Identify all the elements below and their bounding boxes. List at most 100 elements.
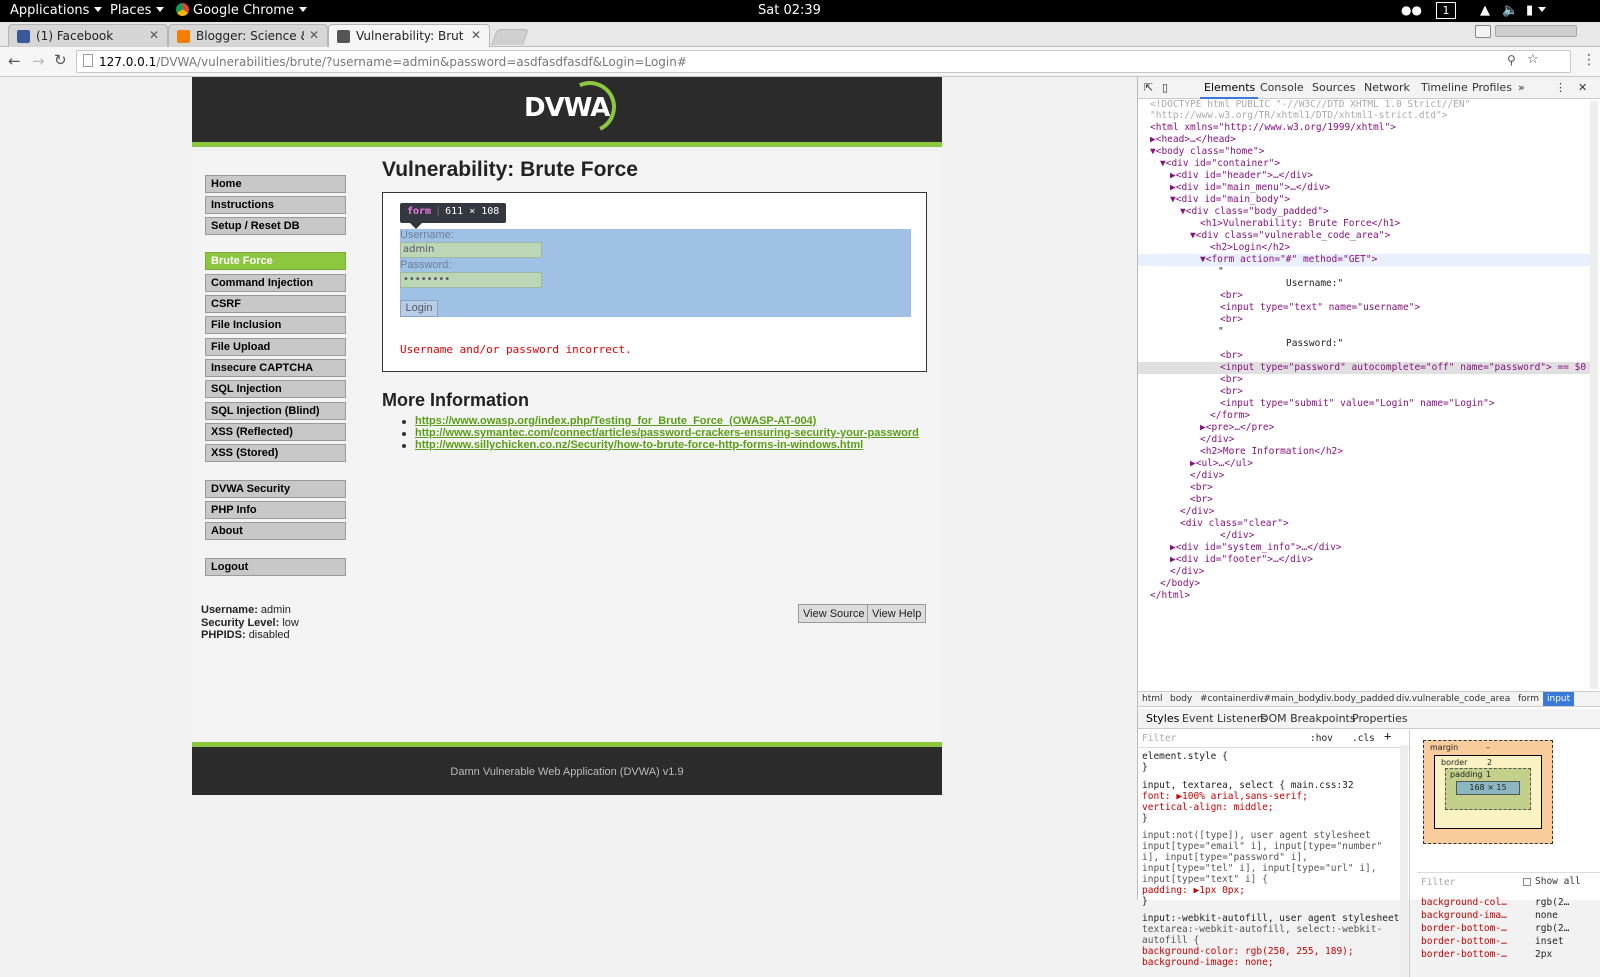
crumb-html[interactable]: html xyxy=(1142,694,1163,704)
menu-brute-force[interactable]: Brute Force xyxy=(205,252,346,270)
menu-logout[interactable]: Logout xyxy=(205,558,346,576)
menu-file-inclusion[interactable]: File Inclusion xyxy=(205,316,346,334)
dom-line[interactable]: ▶<div id="system_info">…</div> xyxy=(1138,542,1590,554)
new-tab-button[interactable] xyxy=(491,29,529,45)
inspect-element-icon[interactable]: ⇱ xyxy=(1144,81,1153,94)
dom-line[interactable]: Password:" xyxy=(1138,338,1590,350)
volume-icon[interactable]: 🔈 xyxy=(1502,3,1518,18)
dom-line[interactable]: <br> xyxy=(1138,350,1590,362)
menu-instructions[interactable]: Instructions xyxy=(205,196,346,214)
dom-line[interactable]: <html xmlns="http://www.w3.org/1999/xhtm… xyxy=(1138,122,1590,134)
menu-xss-reflected[interactable]: XSS (Reflected) xyxy=(205,423,346,441)
computed-filter-input[interactable]: Filter xyxy=(1421,877,1455,888)
dom-scrollbar[interactable] xyxy=(1590,101,1598,689)
menu-home[interactable]: Home xyxy=(205,175,346,193)
menu-setup[interactable]: Setup / Reset DB xyxy=(205,217,346,235)
style-line[interactable]: vertical-align: middle; xyxy=(1142,802,1274,813)
dom-line[interactable]: ▼<div class="vulnerable_code_area"> xyxy=(1138,230,1590,242)
dom-line[interactable]: <h1>Vulnerability: Brute Force</h1> xyxy=(1138,218,1590,230)
tab-styles[interactable]: Styles xyxy=(1146,712,1179,725)
tab-sources[interactable]: Sources xyxy=(1312,81,1356,94)
menu-insecure-captcha[interactable]: Insecure CAPTCHA xyxy=(205,359,346,377)
styles-scrollbar[interactable] xyxy=(1400,745,1408,977)
dom-line[interactable]: ▶<ul>…</ul> xyxy=(1138,458,1590,470)
crumb-body-padded[interactable]: div.body_padded xyxy=(1318,694,1394,704)
add-rule-icon[interactable]: + xyxy=(1384,730,1391,742)
address-bar[interactable]: 127.0.0.1/DVWA/vulnerabilities/brute/?us… xyxy=(76,50,1571,73)
dom-line[interactable]: " xyxy=(1138,266,1590,278)
dom-line[interactable]: </html> xyxy=(1138,590,1590,602)
info-link-symantec[interactable]: http://www.symantec.com/connect/articles… xyxy=(415,427,919,439)
computed-prop[interactable]: border-bottom-… xyxy=(1421,936,1507,947)
dom-line[interactable]: </div> xyxy=(1138,530,1590,542)
dom-line[interactable]: ▼<div id="main_body"> xyxy=(1138,194,1590,206)
show-all-checkbox[interactable] xyxy=(1523,878,1531,886)
crumb-vulnerable-code-area[interactable]: div.vulnerable_code_area xyxy=(1396,694,1510,704)
more-tabs-icon[interactable]: » xyxy=(1518,81,1525,94)
clock[interactable]: Sat 02:39 xyxy=(758,3,821,18)
dom-line[interactable]: <br> xyxy=(1138,314,1590,326)
page-info-icon[interactable] xyxy=(83,54,93,67)
tab-timeline[interactable]: Timeline xyxy=(1421,81,1468,94)
dom-line[interactable]: <br> xyxy=(1138,482,1590,494)
tab-event-listeners[interactable]: Event Listeners xyxy=(1182,712,1267,725)
app-menu[interactable]: Google Chrome xyxy=(176,3,307,18)
dom-line[interactable]: ▼<form action="#" method="GET"> xyxy=(1138,254,1590,266)
places-menu[interactable]: Places xyxy=(110,3,165,18)
battery-icon[interactable]: ▮ xyxy=(1526,3,1547,18)
username-input[interactable]: admin xyxy=(400,242,542,258)
menu-php-info[interactable]: PHP Info xyxy=(205,501,346,519)
workspace-indicator[interactable]: 1 xyxy=(1436,2,1456,19)
devtools-menu-icon[interactable]: ⋮ xyxy=(1555,81,1566,94)
dom-line[interactable]: </div> xyxy=(1138,566,1590,578)
dom-line[interactable]: </div> xyxy=(1138,434,1590,446)
profile-icon[interactable] xyxy=(1475,25,1491,38)
dom-line[interactable]: <br> xyxy=(1138,374,1590,386)
view-source-button[interactable]: View Source xyxy=(798,604,870,623)
dom-line[interactable]: <br> xyxy=(1138,386,1590,398)
tab-dom-breakpoints[interactable]: DOM Breakpoints xyxy=(1260,712,1356,725)
dom-line[interactable]: <h2>Login</h2> xyxy=(1138,242,1590,254)
dom-line[interactable]: </div> xyxy=(1138,506,1590,518)
view-help-button[interactable]: View Help xyxy=(867,604,927,623)
dom-line[interactable]: ▶<div id="header">…</div> xyxy=(1138,170,1590,182)
reload-icon[interactable]: ↻ xyxy=(54,51,67,69)
dom-line[interactable]: ▼<div class="body_padded"> xyxy=(1138,206,1590,218)
dom-line[interactable]: <br> xyxy=(1138,290,1590,302)
computed-prop[interactable]: border-bottom-… xyxy=(1421,949,1507,960)
people-icon[interactable]: ●● xyxy=(1401,3,1422,17)
tab-dvwa[interactable]: Vulnerability: Brute ✕ xyxy=(328,24,490,48)
dom-line-selected[interactable]: <input type="password" autocomplete="off… xyxy=(1138,362,1590,374)
close-tab-icon[interactable]: ✕ xyxy=(309,28,319,42)
info-link-sillychicken[interactable]: http://www.sillychicken.co.nz/Security/h… xyxy=(415,439,863,451)
close-tab-icon[interactable]: ✕ xyxy=(149,28,159,42)
dom-line[interactable]: ▶<head>…</head> xyxy=(1138,134,1590,146)
dom-line[interactable]: Username:" xyxy=(1138,278,1590,290)
computed-prop[interactable]: border-bottom-… xyxy=(1421,923,1507,934)
styles-filter-input[interactable]: Filter xyxy=(1142,733,1176,744)
dom-line[interactable]: ▶<div id="main_menu">…</div> xyxy=(1138,182,1590,194)
menu-csrf[interactable]: CSRF xyxy=(205,295,346,313)
crumb-input[interactable]: input xyxy=(1543,692,1575,706)
menu-sql-injection-blind[interactable]: SQL Injection (Blind) xyxy=(205,402,346,420)
dom-line[interactable]: <h2>More Information</h2> xyxy=(1138,446,1590,458)
computed-prop[interactable]: background-col… xyxy=(1421,897,1507,908)
info-link-owasp[interactable]: https://www.owasp.org/index.php/Testing_… xyxy=(415,415,816,427)
dom-line[interactable]: </form> xyxy=(1138,410,1590,422)
forward-icon[interactable]: → xyxy=(32,52,45,70)
dom-line[interactable]: <div class="clear"> xyxy=(1138,518,1590,530)
tab-profiles[interactable]: Profiles xyxy=(1472,81,1512,94)
computed-prop[interactable]: background-ima… xyxy=(1421,910,1507,921)
style-line[interactable]: font: ▶100% arial,sans-serif; xyxy=(1142,791,1308,802)
dom-line[interactable]: " xyxy=(1138,326,1590,338)
tab-properties[interactable]: Properties xyxy=(1352,712,1408,725)
key-icon[interactable]: ⚲ xyxy=(1507,53,1516,67)
bookmark-star-icon[interactable]: ☆ xyxy=(1527,52,1539,67)
wifi-icon[interactable]: ▲ xyxy=(1480,3,1490,18)
menu-sql-injection[interactable]: SQL Injection xyxy=(205,380,346,398)
crumb-container[interactable]: #container xyxy=(1200,694,1250,704)
dom-line[interactable]: <br> xyxy=(1138,494,1590,506)
menu-xss-stored[interactable]: XSS (Stored) xyxy=(205,444,346,462)
menu-dvwa-security[interactable]: DVWA Security xyxy=(205,480,346,498)
tab-network[interactable]: Network xyxy=(1364,81,1410,94)
